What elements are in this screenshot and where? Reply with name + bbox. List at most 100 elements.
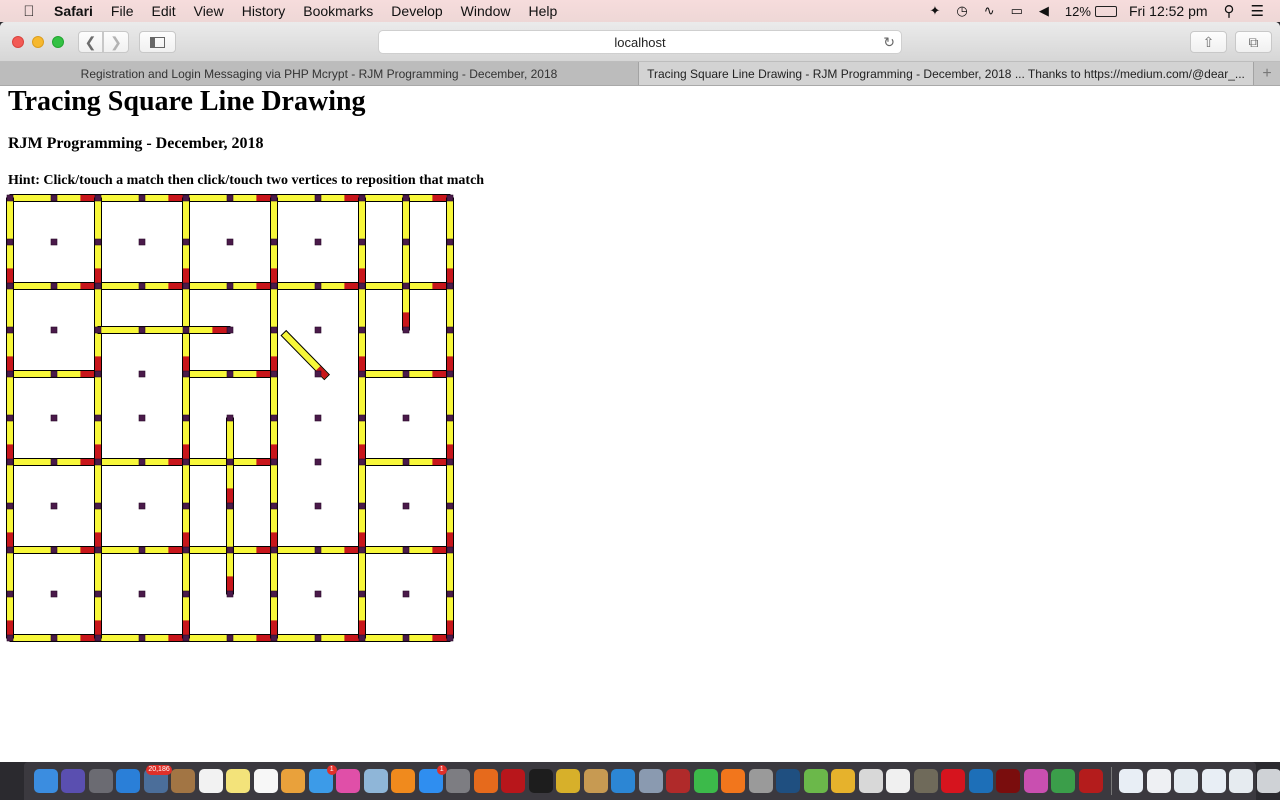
photos-icon[interactable] (281, 769, 306, 793)
vertex[interactable] (270, 238, 278, 246)
airplay-icon[interactable]: ▭ (1011, 3, 1023, 19)
menu-view[interactable]: View (194, 3, 224, 19)
vertex[interactable] (226, 238, 234, 246)
vertex[interactable] (446, 194, 454, 202)
vertex[interactable] (182, 326, 190, 334)
launchpad-icon[interactable] (88, 769, 113, 793)
vertex[interactable] (358, 546, 366, 554)
script-editor-icon[interactable] (583, 769, 608, 793)
vertex[interactable] (314, 326, 322, 334)
vertex[interactable] (402, 458, 410, 466)
apple-menu-icon[interactable]:  (20, 3, 38, 20)
vertex[interactable] (446, 238, 454, 246)
vertex[interactable] (446, 326, 454, 334)
vertex[interactable] (402, 634, 410, 642)
back-button[interactable]: ❮ (78, 31, 103, 53)
vertex[interactable] (402, 194, 410, 202)
contacts-icon[interactable] (171, 769, 196, 793)
messages-icon[interactable]: 1 (308, 765, 337, 793)
firefox-icon[interactable] (473, 769, 498, 793)
vertex[interactable] (226, 282, 234, 290)
vertex[interactable] (270, 546, 278, 554)
vertex[interactable] (402, 238, 410, 246)
vertex[interactable] (182, 502, 190, 510)
vertex[interactable] (314, 546, 322, 554)
forward-button[interactable]: ❯ (103, 31, 129, 53)
vertex[interactable] (50, 590, 58, 598)
gimp-like-icon[interactable] (858, 769, 883, 793)
match[interactable] (280, 329, 331, 381)
vertex[interactable] (182, 546, 190, 554)
vertex[interactable] (270, 590, 278, 598)
xcode-icon[interactable] (611, 769, 636, 793)
vertex[interactable] (270, 414, 278, 422)
recent-doc-1-icon[interactable] (1119, 769, 1144, 793)
preview-icon[interactable] (363, 769, 388, 793)
vertex[interactable] (94, 370, 102, 378)
calendar-icon[interactable] (198, 769, 223, 793)
clock[interactable]: Fri 12:52 pm (1129, 3, 1208, 19)
vertex[interactable] (358, 590, 366, 598)
wireshark-icon[interactable] (556, 769, 581, 793)
vertex[interactable] (226, 458, 234, 466)
vertex[interactable] (138, 370, 146, 378)
vertex[interactable] (138, 458, 146, 466)
time-machine-icon[interactable]: ◷ (956, 3, 967, 19)
vertex[interactable] (402, 370, 410, 378)
vertex[interactable] (50, 502, 58, 510)
filezilla-icon[interactable] (501, 769, 526, 793)
vertex[interactable] (94, 326, 102, 334)
vertex[interactable] (182, 634, 190, 642)
address-text[interactable]: localhost (614, 35, 665, 50)
vertex[interactable] (50, 194, 58, 202)
vertex[interactable] (358, 414, 366, 422)
tab-registration-login[interactable]: Registration and Login Messaging via PHP… (0, 62, 639, 85)
vertex[interactable] (358, 634, 366, 642)
vertex[interactable] (226, 326, 234, 334)
vscode-icon[interactable] (968, 769, 993, 793)
show-tabs-button[interactable]: ⧉ (1235, 31, 1272, 53)
vertex[interactable] (314, 502, 322, 510)
trash-icon[interactable] (1256, 769, 1280, 793)
vertex[interactable] (446, 414, 454, 422)
volume-icon[interactable]: ◀ (1039, 3, 1049, 19)
vertex[interactable] (138, 590, 146, 598)
finder-icon[interactable] (33, 769, 58, 793)
filemaker-icon[interactable] (1078, 769, 1103, 793)
vertex[interactable] (314, 414, 322, 422)
vertex[interactable] (138, 414, 146, 422)
vertex[interactable] (226, 502, 234, 510)
vertex[interactable] (6, 238, 14, 246)
itunes-icon[interactable] (336, 769, 361, 793)
system-preferences-icon[interactable] (446, 769, 471, 793)
vertex[interactable] (314, 238, 322, 246)
gimp-icon[interactable] (913, 769, 938, 793)
safari-icon[interactable] (116, 769, 141, 793)
vertex[interactable] (182, 370, 190, 378)
vertex[interactable] (402, 414, 410, 422)
minimize-window-button[interactable] (32, 36, 44, 48)
vertex[interactable] (138, 282, 146, 290)
vertex[interactable] (182, 414, 190, 422)
vertex[interactable] (358, 458, 366, 466)
vertex[interactable] (50, 458, 58, 466)
vertex[interactable] (402, 590, 410, 598)
vertex[interactable] (358, 370, 366, 378)
notification-center-icon[interactable]: ☰ (1251, 2, 1264, 20)
colour-app-icon[interactable] (1023, 769, 1048, 793)
vertex[interactable] (6, 502, 14, 510)
reminders-icon[interactable] (253, 769, 278, 793)
vertex[interactable] (270, 634, 278, 642)
vertex[interactable] (94, 194, 102, 202)
battery-percent[interactable]: 12% (1065, 4, 1091, 19)
vertex[interactable] (446, 282, 454, 290)
recent-doc-3-icon[interactable] (1174, 769, 1199, 793)
share-button[interactable]: ⇧ (1190, 31, 1227, 53)
android-studio-preview-icon[interactable] (831, 769, 856, 793)
vertex[interactable] (314, 194, 322, 202)
vertex[interactable] (314, 634, 322, 642)
vertex[interactable] (358, 326, 366, 334)
vertex[interactable] (270, 282, 278, 290)
vertex[interactable] (314, 458, 322, 466)
vertex[interactable] (226, 590, 234, 598)
